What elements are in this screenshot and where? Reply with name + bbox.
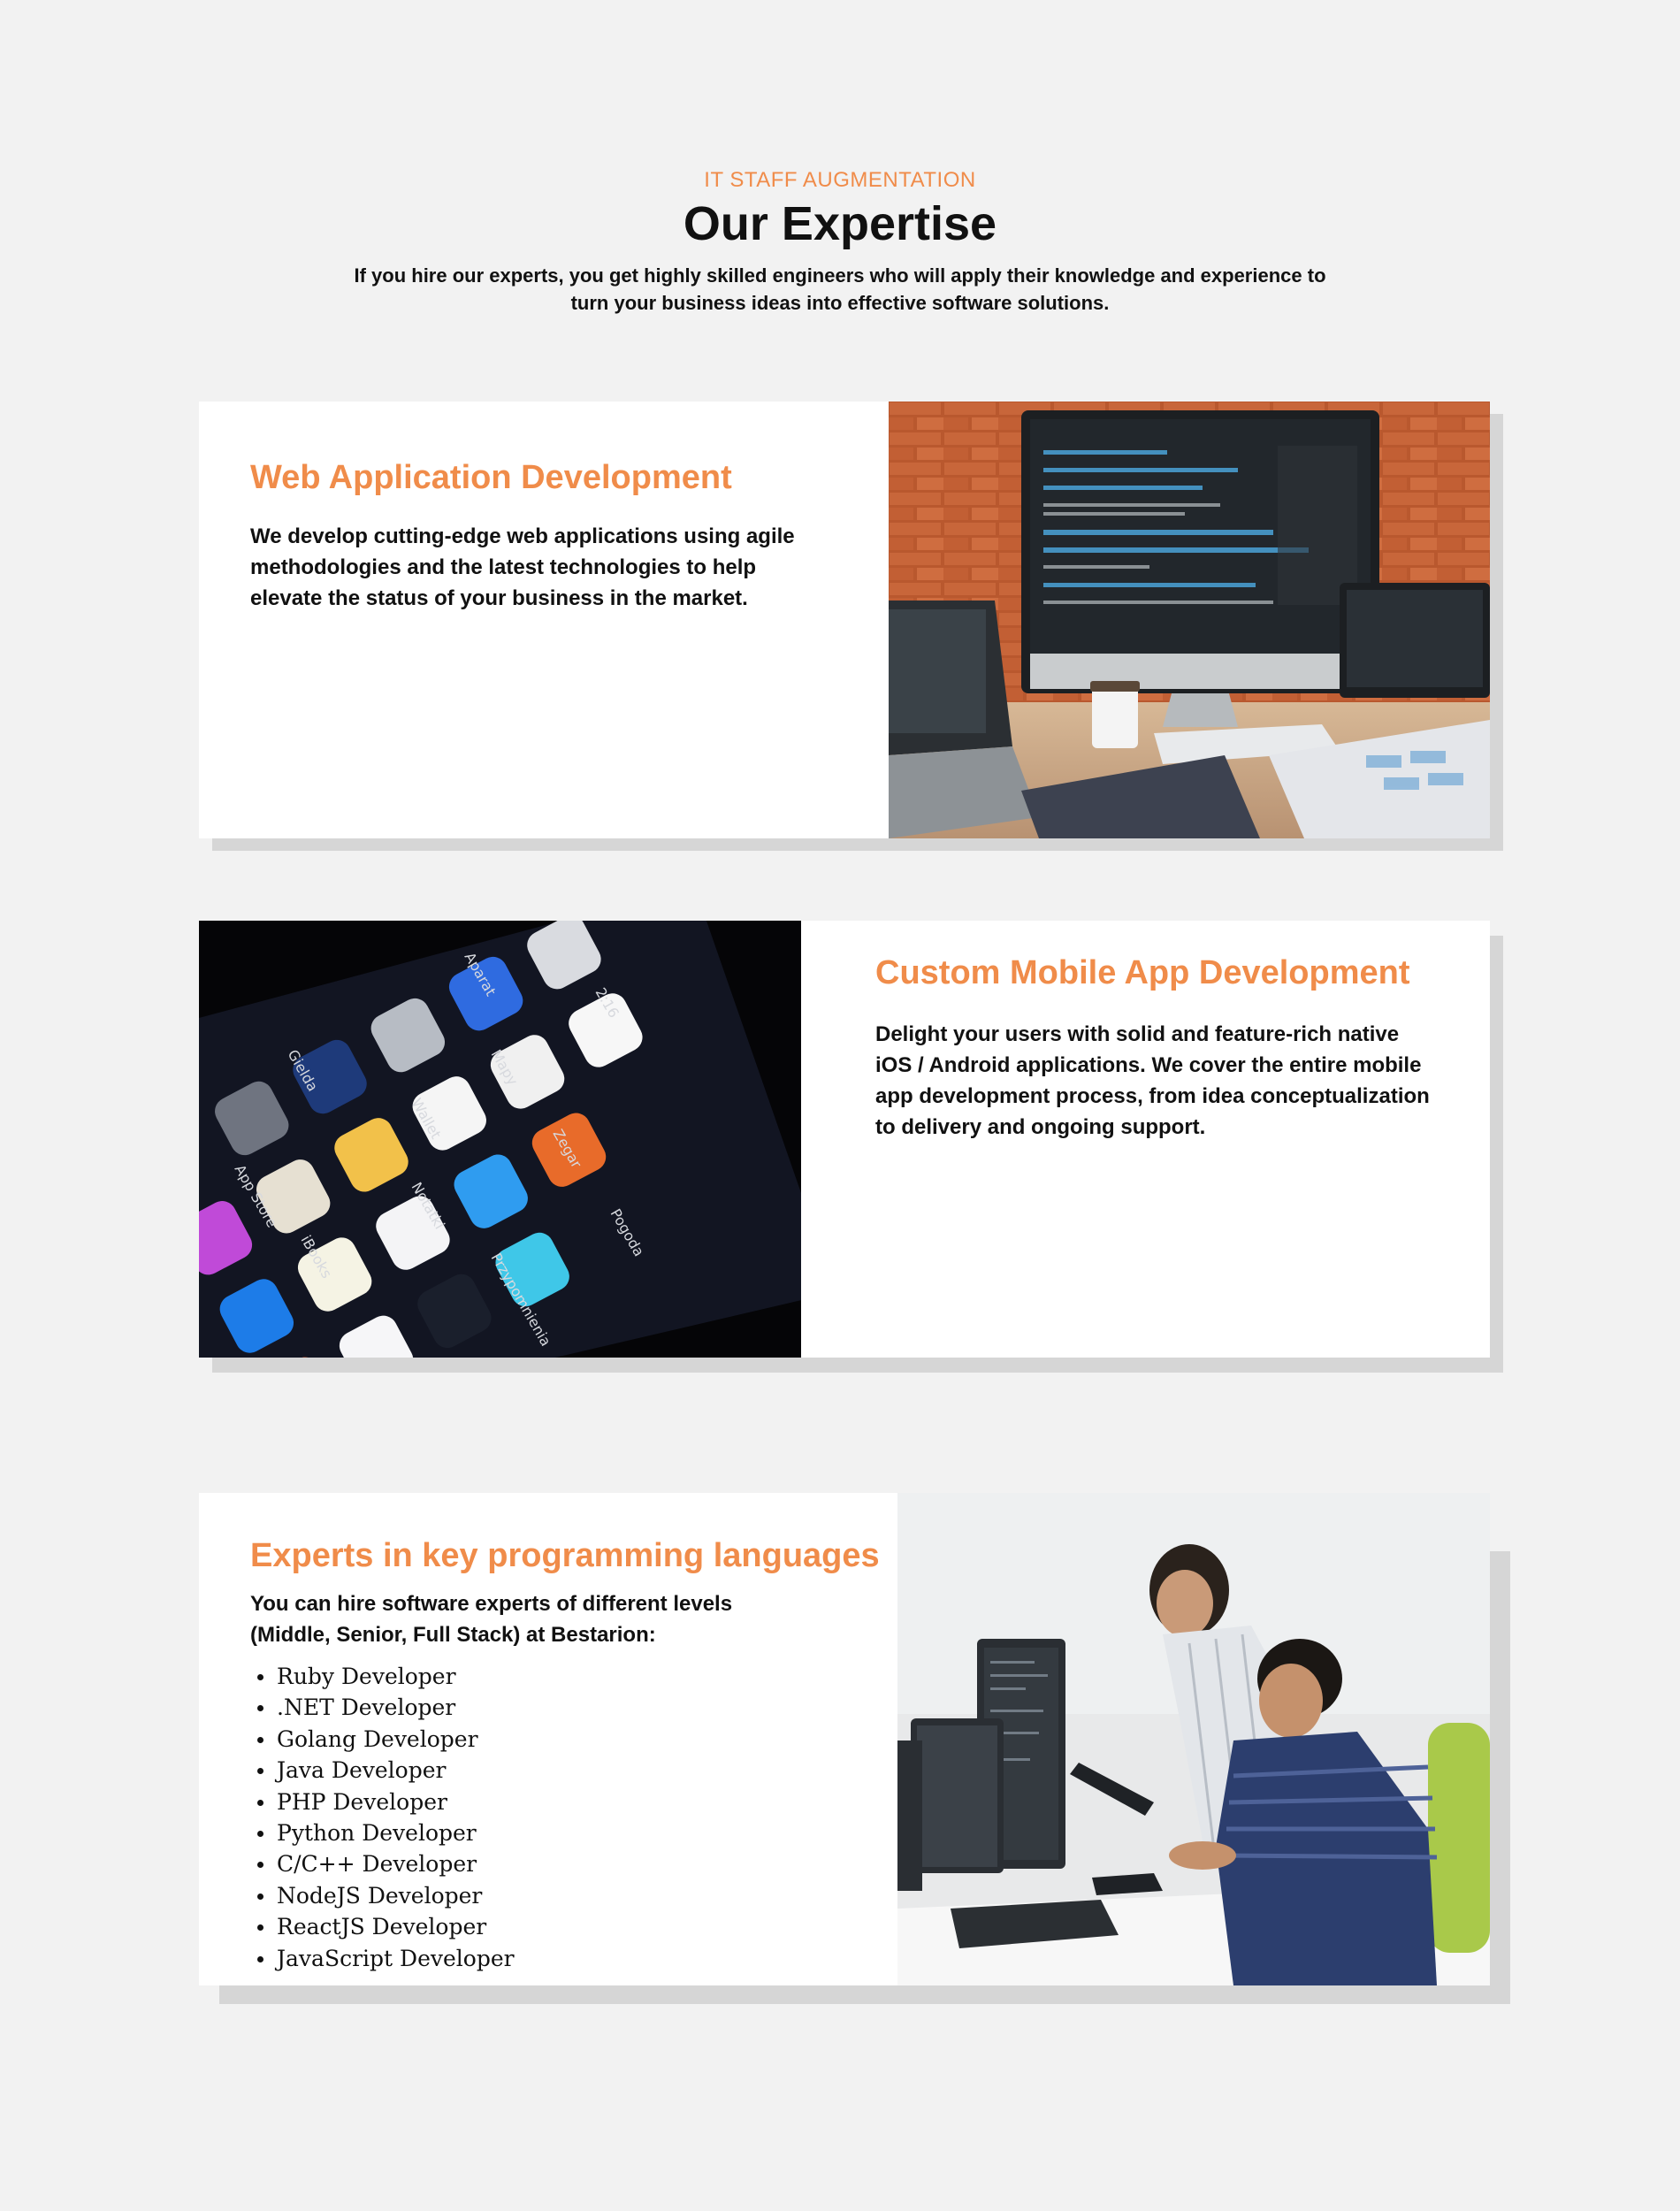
list-item: .NET Developer bbox=[250, 1692, 515, 1723]
developers-photo bbox=[897, 1493, 1490, 1985]
list-item: Java Developer bbox=[250, 1755, 515, 1786]
list-item: C/C++ Developer bbox=[250, 1848, 515, 1879]
list-item: JavaScript Developer bbox=[250, 1943, 515, 1974]
card-title: Experts in key programming languages bbox=[250, 1537, 880, 1574]
workspace-photo bbox=[889, 402, 1490, 838]
card-title: Web Application Development bbox=[250, 459, 732, 496]
card-description: You can hire software experts of differe… bbox=[250, 1592, 733, 1647]
section-eyebrow: IT STAFF AUGMENTATION bbox=[704, 168, 976, 192]
phone-apps-photo: Aparat 2:16 Gielda Wallet Mapy Zegar App… bbox=[199, 921, 801, 1358]
web-dev-card: Web Application Development We develop c… bbox=[199, 402, 1490, 838]
list-item: Python Developer bbox=[250, 1817, 515, 1848]
list-item: PHP Developer bbox=[250, 1786, 515, 1817]
list-item: NodeJS Developer bbox=[250, 1880, 515, 1911]
list-item: ReactJS Developer bbox=[250, 1911, 515, 1942]
mobile-dev-card: Aparat 2:16 Gielda Wallet Mapy Zegar App… bbox=[199, 921, 1490, 1358]
list-item: Ruby Developer bbox=[250, 1661, 515, 1692]
languages-card: Experts in key programming languages You… bbox=[199, 1493, 1490, 1985]
language-list: Ruby Developer .NET Developer Golang Dev… bbox=[250, 1661, 515, 1974]
page-title: Our Expertise bbox=[683, 197, 997, 250]
card-title: Custom Mobile App Development bbox=[875, 954, 1410, 991]
card-description: Delight your users with solid and featur… bbox=[875, 1022, 1430, 1139]
intro-text: If you hire our experts, you get highly … bbox=[354, 264, 1326, 314]
list-item: Golang Developer bbox=[250, 1724, 515, 1755]
card-description: We develop cutting-edge web applications… bbox=[250, 524, 795, 610]
